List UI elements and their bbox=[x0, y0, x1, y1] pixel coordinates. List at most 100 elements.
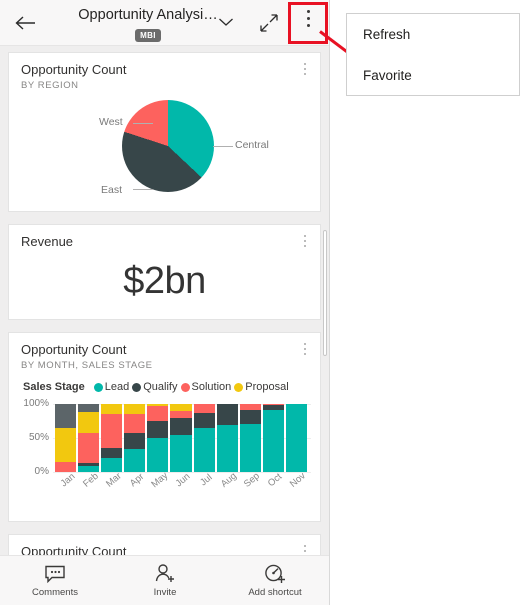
app-top-bar: Opportunity Analysi… MBI bbox=[0, 0, 329, 46]
tile-header: Revenue bbox=[9, 225, 320, 254]
nav-item-invite[interactable]: Invite bbox=[110, 556, 220, 605]
segment-lead bbox=[193, 427, 215, 472]
comment-icon bbox=[44, 564, 66, 584]
segment-solution bbox=[124, 414, 146, 434]
menu-item-refresh[interactable]: Refresh bbox=[347, 14, 519, 55]
report-title: Opportunity Analysi… bbox=[78, 7, 218, 23]
tile-header: Opportunity Count BY REGION bbox=[9, 53, 320, 96]
bar-feb[interactable] bbox=[78, 404, 100, 472]
segment-lead bbox=[147, 438, 169, 472]
tile-more-options-button[interactable] bbox=[300, 545, 310, 555]
pie-leader-central bbox=[213, 146, 233, 147]
legend-item-qualify[interactable]: Qualify bbox=[132, 381, 178, 393]
legend-label: Proposal bbox=[245, 381, 289, 393]
x-tick-label: Jun bbox=[173, 471, 193, 490]
tile-opportunity-count-by-region[interactable]: Opportunity Count BY REGION West Central… bbox=[8, 52, 321, 212]
segment-solution bbox=[147, 406, 169, 421]
legend-swatch-icon bbox=[234, 382, 244, 392]
x-tick-label: Jan bbox=[58, 471, 77, 490]
bar-jun[interactable] bbox=[170, 404, 192, 472]
segment-other bbox=[78, 404, 100, 413]
segment-solution bbox=[78, 432, 100, 464]
gauge-add-icon bbox=[264, 564, 286, 584]
segment-solution bbox=[193, 404, 215, 413]
bar-sep[interactable] bbox=[239, 404, 261, 472]
legend-label: Qualify bbox=[143, 381, 178, 393]
pie-leader-east bbox=[133, 189, 153, 190]
legend-swatch-icon bbox=[180, 382, 190, 392]
segment-lead bbox=[239, 423, 261, 472]
x-tick: Mar bbox=[101, 471, 124, 498]
bar-jan[interactable] bbox=[55, 404, 77, 472]
nav-label: Invite bbox=[153, 586, 177, 598]
chevron-down-icon[interactable] bbox=[218, 14, 234, 26]
x-tick-label: Oct bbox=[266, 471, 285, 490]
bar-jul[interactable] bbox=[193, 404, 215, 472]
segment-lead bbox=[78, 465, 100, 472]
x-tick-label: Sep bbox=[242, 470, 263, 490]
x-tick: Feb bbox=[78, 470, 101, 498]
back-arrow-icon[interactable] bbox=[14, 13, 36, 33]
tile-subtitle: BY REGION bbox=[21, 80, 79, 91]
nav-item-comments[interactable]: Comments bbox=[0, 556, 110, 605]
x-tick: Aug bbox=[217, 471, 239, 498]
x-axis-labels: Jan Feb Mar Apr May Jun Jul Aug Sep Oct Nov bbox=[55, 470, 309, 498]
kebab-dot bbox=[304, 63, 306, 65]
segment-qualify bbox=[239, 410, 261, 424]
segment-proposal bbox=[170, 404, 192, 411]
legend-item-proposal[interactable]: Proposal bbox=[234, 381, 289, 393]
tile-more-options-button[interactable] bbox=[300, 235, 310, 250]
kebab-dot bbox=[304, 73, 306, 75]
bar-apr[interactable] bbox=[124, 404, 146, 472]
segment-qualify bbox=[216, 404, 238, 426]
pie-leader-west bbox=[133, 123, 153, 124]
pie-chart: West Central East bbox=[9, 96, 320, 204]
x-tick: May bbox=[147, 470, 170, 498]
expand-diagonal-icon[interactable] bbox=[259, 13, 279, 33]
bar-series-group bbox=[55, 404, 308, 472]
segment-lead bbox=[124, 448, 146, 472]
pie-label-west: West bbox=[99, 116, 123, 128]
legend-swatch-icon bbox=[132, 382, 142, 392]
bar-may[interactable] bbox=[147, 404, 169, 472]
y-tick-100: 100% bbox=[23, 398, 49, 409]
bar-mar[interactable] bbox=[101, 404, 123, 472]
segment-solution bbox=[101, 414, 123, 449]
nav-label: Comments bbox=[32, 586, 78, 598]
screenshot-root: Opportunity Analysi… MBI Opportunity Cou… bbox=[0, 0, 520, 605]
tile-more-options-button[interactable] bbox=[300, 343, 310, 358]
report-title-block[interactable]: Opportunity Analysi… MBI bbox=[58, 6, 238, 43]
x-tick-label: Nov bbox=[288, 470, 309, 490]
tile-header: Opportunity Count BY MONTH, SALES STAGE bbox=[9, 333, 320, 376]
bar-aug[interactable] bbox=[216, 404, 238, 472]
segment-proposal bbox=[55, 427, 77, 462]
nav-label: Add shortcut bbox=[248, 586, 302, 598]
stacked-bar-chart: 100% 50% 0% Jan Feb Mar Apr May Jun Jul Aug Sep O… bbox=[9, 398, 320, 498]
segment-lead bbox=[285, 404, 308, 472]
tile-more-options-button[interactable] bbox=[300, 63, 310, 78]
legend-label: Solution bbox=[191, 381, 232, 393]
kpi-value: $2bn bbox=[123, 260, 206, 302]
segment-lead bbox=[170, 435, 192, 472]
x-tick-label: Feb bbox=[80, 470, 101, 490]
segment-lead bbox=[262, 410, 284, 472]
segment-qualify bbox=[147, 421, 169, 438]
segment-lead bbox=[101, 457, 123, 472]
menu-item-favorite[interactable]: Favorite bbox=[347, 55, 519, 96]
legend-item-lead[interactable]: Lead bbox=[93, 381, 129, 393]
kebab-dot bbox=[304, 550, 306, 552]
report-scroll-area[interactable]: Opportunity Count BY REGION West Central… bbox=[0, 46, 329, 555]
tile-opportunity-count-by-month-sales-stage[interactable]: Opportunity Count BY MONTH, SALES STAGE … bbox=[8, 332, 321, 522]
bar-oct[interactable] bbox=[262, 404, 284, 472]
x-tick: Jan bbox=[55, 471, 77, 498]
legend-item-solution[interactable]: Solution bbox=[180, 381, 232, 393]
kebab-dot bbox=[304, 545, 306, 547]
context-menu[interactable]: Refresh Favorite bbox=[346, 13, 520, 96]
kebab-dot bbox=[304, 245, 306, 247]
bar-nov[interactable] bbox=[285, 404, 308, 472]
tile-revenue[interactable]: Revenue $2bn bbox=[8, 224, 321, 320]
legend-title: Sales Stage bbox=[23, 381, 85, 393]
vertical-scrollbar-thumb[interactable] bbox=[323, 230, 327, 356]
nav-item-add-shortcut[interactable]: Add shortcut bbox=[220, 556, 329, 605]
tile-opportunity-count-by-region-size[interactable]: Opportunity Count BY REGION, OPPORTUNITY… bbox=[8, 534, 321, 555]
